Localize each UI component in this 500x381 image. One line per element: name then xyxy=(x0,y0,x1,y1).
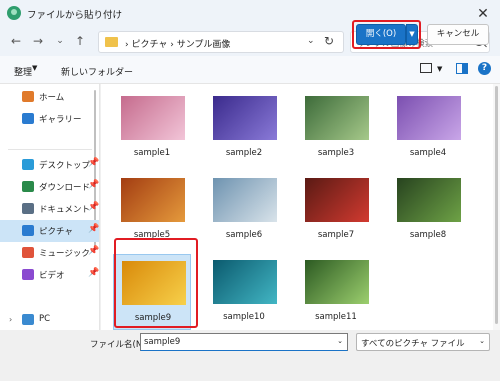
up-button[interactable]: ↑ xyxy=(72,33,88,49)
pin-icon: 📌 xyxy=(88,224,100,234)
selected-file-highlight xyxy=(114,238,198,328)
image-thumbnail xyxy=(121,178,185,222)
pin-icon: 📌 xyxy=(88,158,100,168)
app-icon xyxy=(7,6,21,20)
sidebar-item-label: ダウンロード xyxy=(39,183,91,193)
file-tile[interactable]: sample11 xyxy=(297,254,375,330)
documents-icon xyxy=(22,203,34,214)
file-tile[interactable]: sample3 xyxy=(297,90,375,166)
file-tile[interactable]: sample1 xyxy=(113,90,191,166)
navigation-bar: ← → ⌄ ↑ › ピクチャ › サンプル画像 ⌄ ↻ サンプル画像の検索 xyxy=(0,28,500,56)
file-type-select[interactable]: すべてのピクチャ ファイル ⌄ xyxy=(356,333,490,351)
sidebar-item-label: ミュージック xyxy=(39,249,90,259)
open-button[interactable]: 開く(O) xyxy=(356,24,406,45)
file-name: sample2 xyxy=(225,148,263,158)
title-bar: ファイルから貼り付け ✕ xyxy=(0,0,500,28)
file-type-value: すべてのピクチャ ファイル xyxy=(361,339,465,349)
refresh-button[interactable]: ↻ xyxy=(324,34,334,48)
sidebar-item[interactable]: ミュージック 📌 xyxy=(0,242,99,264)
file-tile[interactable]: sample7 xyxy=(297,172,375,248)
file-name: sample8 xyxy=(409,230,447,240)
forward-button[interactable]: → xyxy=(30,33,46,49)
file-name: sample7 xyxy=(317,230,355,240)
scrollbar-thumb[interactable] xyxy=(495,86,498,324)
sidebar-item[interactable]: ビデオ 📌 xyxy=(0,264,99,286)
file-tile[interactable]: sample4 xyxy=(389,90,467,166)
pictures-icon xyxy=(22,225,34,236)
dialog-footer: ファイル名(N): sample9 ⌄ すべてのピクチャ ファイル ⌄ xyxy=(0,330,500,381)
preview-pane-icon[interactable] xyxy=(456,63,468,74)
sidebar-item-label: ビデオ xyxy=(39,271,65,281)
sidebar-item-label: ホーム xyxy=(39,93,65,103)
sidebar-item[interactable]: デスクトップ 📌 xyxy=(0,154,99,176)
image-thumbnail xyxy=(305,178,369,222)
command-bar: 整理 ▼ 新しいフォルダー ▼ ? xyxy=(0,56,500,84)
file-tile[interactable]: sample5 xyxy=(113,172,191,248)
sidebar-item[interactable]: ギャラリー xyxy=(0,108,99,130)
window-title: ファイルから貼り付け xyxy=(27,10,123,21)
image-thumbnail xyxy=(213,96,277,140)
sidebar-item[interactable]: ダウンロード 📌 xyxy=(0,176,99,198)
pin-icon: 📌 xyxy=(88,180,100,190)
file-tile[interactable]: sample10 xyxy=(205,254,283,330)
gallery-icon xyxy=(22,113,34,124)
sidebar-item[interactable]: ホーム xyxy=(0,86,99,108)
home-icon xyxy=(22,91,34,102)
pc-icon xyxy=(22,314,34,325)
organize-button[interactable]: 整理 xyxy=(14,65,32,78)
chevron-down-icon[interactable]: ⌄ xyxy=(479,337,485,345)
close-button[interactable]: ✕ xyxy=(472,3,494,25)
desktop-icon xyxy=(22,159,34,170)
image-thumbnail xyxy=(213,260,277,304)
chevron-down-icon[interactable]: ⌄ xyxy=(337,337,343,345)
breadcrumb[interactable]: › ピクチャ › サンプル画像 xyxy=(125,37,230,50)
image-thumbnail xyxy=(397,178,461,222)
file-name: sample1 xyxy=(133,148,171,158)
file-name: sample4 xyxy=(409,148,447,158)
file-tile[interactable]: sample6 xyxy=(205,172,283,248)
organize-caret-icon[interactable]: ▼ xyxy=(32,64,37,72)
image-thumbnail xyxy=(397,96,461,140)
back-button[interactable]: ← xyxy=(8,33,24,49)
pin-icon: 📌 xyxy=(88,268,100,278)
image-thumbnail xyxy=(305,260,369,304)
sidebar-item-label: PC xyxy=(39,314,51,324)
navigation-pane: › ホーム ギャラリー デスクトップ 📌 ダウンロード 📌 ドキュメント 📌 ピクチャ 📌 ミュージ… xyxy=(0,84,100,330)
sidebar-item[interactable]: ドキュメント 📌 xyxy=(0,198,99,220)
image-thumbnail xyxy=(121,96,185,140)
pin-icon: 📌 xyxy=(88,202,100,212)
open-options-button[interactable]: ▼ xyxy=(406,24,418,45)
filename-value[interactable]: sample9 xyxy=(144,337,180,347)
sidebar-item-label: ピクチャ xyxy=(39,227,73,237)
new-folder-button[interactable]: 新しいフォルダー xyxy=(61,65,133,78)
sidebar-item-label: デスクトップ xyxy=(39,161,91,171)
file-tile[interactable]: sample8 xyxy=(389,172,467,248)
address-history-button[interactable]: ⌄ xyxy=(307,36,315,46)
video-icon xyxy=(22,269,34,280)
file-name: sample3 xyxy=(317,148,355,158)
view-icon[interactable] xyxy=(420,63,432,73)
image-thumbnail xyxy=(213,178,277,222)
music-icon xyxy=(22,247,34,258)
folder-icon xyxy=(105,37,118,47)
help-icon[interactable]: ? xyxy=(478,62,491,75)
file-name: sample11 xyxy=(315,312,357,322)
file-name: sample6 xyxy=(225,230,263,240)
image-thumbnail xyxy=(305,96,369,140)
recent-locations-button[interactable]: ⌄ xyxy=(52,33,68,49)
sidebar-divider xyxy=(8,149,92,150)
pin-icon: 📌 xyxy=(88,246,100,256)
sidebar-item[interactable]: PC xyxy=(0,309,99,331)
address-bar[interactable]: › ピクチャ › サンプル画像 ⌄ ↻ xyxy=(98,31,344,53)
cancel-button[interactable]: キャンセル xyxy=(427,24,489,45)
file-name: sample10 xyxy=(223,312,265,322)
filename-input[interactable]: sample9 ⌄ xyxy=(140,333,348,351)
sidebar-item-label: ギャラリー xyxy=(39,115,82,125)
download-icon xyxy=(22,181,34,192)
view-caret-icon[interactable]: ▼ xyxy=(437,65,442,73)
sidebar-item[interactable]: ピクチャ 📌 xyxy=(0,220,99,242)
sidebar-item-label: ドキュメント xyxy=(39,205,91,215)
file-tile[interactable]: sample2 xyxy=(205,90,283,166)
